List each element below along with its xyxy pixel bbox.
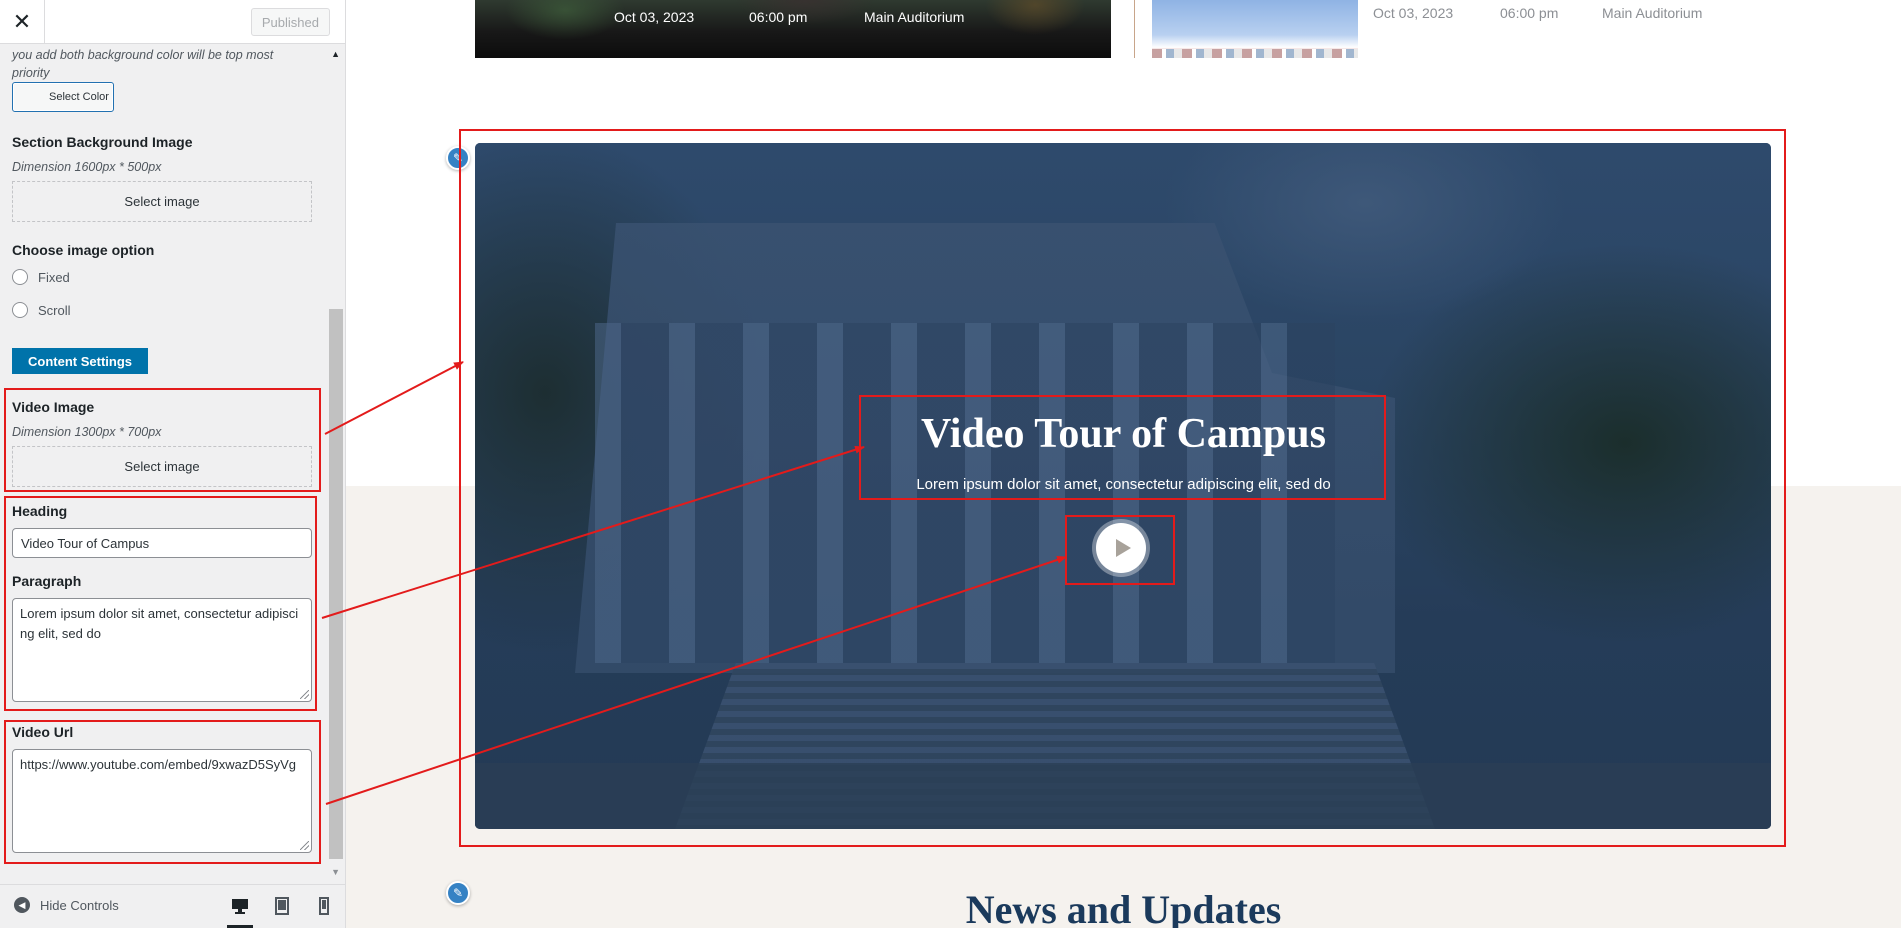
video-url-textarea[interactable]: https://www.youtube.com/embed/9xwazD5SyV… xyxy=(12,749,312,853)
library-columns xyxy=(595,323,1335,663)
resize-handle[interactable] xyxy=(300,841,309,850)
hide-controls-icon: ◀ xyxy=(14,897,30,913)
video-url-text: https://www.youtube.com/embed/9xwazD5SyV… xyxy=(20,757,297,772)
event-2-time: 06:00 pm xyxy=(1500,5,1559,21)
paragraph-label: Paragraph xyxy=(12,573,82,589)
video-section-heading: Video Tour of Campus xyxy=(921,411,1326,457)
news-section-heading: News and Updates xyxy=(965,887,1282,928)
radio-scroll[interactable]: Scroll xyxy=(12,302,71,318)
radio-button[interactable] xyxy=(12,269,28,285)
video-image-select-button[interactable]: Select image xyxy=(12,446,312,487)
video-section-paragraph: Lorem ipsum dolor sit amet, consectetur … xyxy=(916,476,1331,493)
close-icon[interactable]: ✕ xyxy=(0,0,45,44)
play-video-button[interactable] xyxy=(1096,523,1146,573)
campus-ground xyxy=(475,763,1771,829)
radio-fixed[interactable]: Fixed xyxy=(12,269,70,285)
video-image-label: Video Image xyxy=(12,399,95,415)
event-2-venue: Main Auditorium xyxy=(1602,5,1703,21)
video-image-dimension: Dimension 1300px * 700px xyxy=(12,425,162,439)
radio-button[interactable] xyxy=(12,302,28,318)
sidebar-footer: ◀ Hide Controls xyxy=(0,884,345,928)
paragraph-textarea[interactable]: Lorem ipsum dolor sit amet, consectetur … xyxy=(12,598,312,702)
image-option-label: Choose image option xyxy=(12,242,155,258)
video-url-label: Video Url xyxy=(12,724,74,740)
tablet-icon[interactable] xyxy=(273,897,291,915)
radio-scroll-label: Scroll xyxy=(38,302,71,318)
event-1-venue: Main Auditorium xyxy=(864,9,965,25)
select-color-button[interactable]: Select Color xyxy=(12,82,114,112)
scroll-up-icon[interactable]: ▲ xyxy=(331,49,340,59)
scroll-down-icon[interactable]: ▼ xyxy=(331,867,340,877)
hide-controls-label: Hide Controls xyxy=(40,897,119,913)
section-background-select-image-button[interactable]: Select image xyxy=(12,181,312,222)
paragraph-text: Lorem ipsum dolor sit amet, consectetur … xyxy=(20,606,299,641)
site-preview: Oct 03, 2023 06:00 pm Main Auditorium Oc… xyxy=(346,0,1901,928)
event-2-date: Oct 03, 2023 xyxy=(1373,5,1454,21)
sidebar-scrollbar[interactable] xyxy=(329,309,343,859)
published-button[interactable]: Published xyxy=(250,8,330,36)
background-color-note: you add both background color will be to… xyxy=(12,48,274,80)
sidebar-header: ✕ Published xyxy=(0,0,345,44)
event-2-thumbnail-strip xyxy=(1152,49,1358,58)
sidebar-controls-panel: ▲ ▼ you add both background color will b… xyxy=(0,44,345,884)
event-2-thumbnail[interactable] xyxy=(1152,0,1358,58)
desktop-icon[interactable] xyxy=(227,897,253,928)
heading-label: Heading xyxy=(12,503,68,519)
event-1-time: 06:00 pm xyxy=(749,9,808,25)
heading-input[interactable]: Video Tour of Campus xyxy=(12,528,312,558)
event-1-date: Oct 03, 2023 xyxy=(614,9,695,25)
mobile-icon[interactable] xyxy=(315,897,333,915)
play-icon xyxy=(1115,539,1131,557)
customizer-sidebar: ✕ Published ▲ ▼ you add both background … xyxy=(0,0,346,928)
hide-controls-button[interactable]: ◀ Hide Controls xyxy=(14,897,119,913)
radio-fixed-label: Fixed xyxy=(38,269,70,285)
event-divider xyxy=(1134,0,1135,58)
content-settings-button[interactable]: Content Settings xyxy=(12,348,148,374)
section-background-image-label: Section Background Image xyxy=(12,134,193,150)
section-background-dimension: Dimension 1600px * 500px xyxy=(12,160,162,174)
resize-handle[interactable] xyxy=(300,690,309,699)
pencil-icon[interactable]: ✎ xyxy=(446,146,470,170)
